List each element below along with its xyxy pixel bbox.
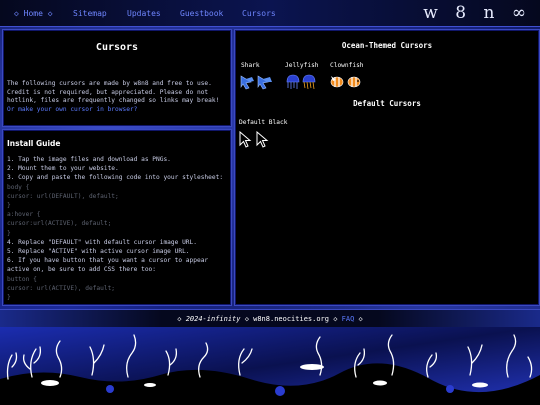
- guide-step: 1. Tap the image files and download as P…: [7, 156, 171, 163]
- footer-domain: ◇ w8n8.neocities.org ◇: [240, 314, 342, 323]
- guide-step: 2. Mount them to your website.: [7, 165, 119, 173]
- shark-label: Shark: [241, 62, 260, 69]
- code-line: button {: [7, 275, 37, 283]
- arrow-cursor-icon[interactable]: [239, 131, 269, 148]
- coral-reef-decoration: [0, 327, 540, 405]
- nav-home-link[interactable]: ◇ Home ◇: [14, 9, 53, 18]
- jellyfish-label: Jellyfish: [285, 62, 319, 69]
- jellyfish-cursor-icon[interactable]: [285, 74, 319, 90]
- nav-cursors-link[interactable]: Cursors: [242, 9, 276, 18]
- guide-step: 5. Replace "ACTIVE" with active cursor i…: [7, 248, 190, 256]
- page-title: Cursors: [95, 42, 139, 53]
- code-line: cursor: url(ACTIVE), default;: [7, 284, 116, 292]
- code-line: }: [7, 229, 11, 237]
- nav-guestbook-link[interactable]: Guestbook: [180, 9, 223, 18]
- default-black-label: Default Black: [239, 119, 288, 126]
- install-guide-steps: 1. Tap the image files and download as P…: [7, 155, 227, 302]
- guide-step: 6. If you have button that you want a cu…: [7, 257, 209, 274]
- intro-text-block: The following cursors are made by w8n8 a…: [7, 80, 225, 114]
- guide-step: 4. Replace "DEFAULT" with default cursor…: [7, 238, 197, 246]
- code-line: body {: [7, 183, 30, 191]
- footer-year: 2024-infinity: [185, 314, 241, 323]
- nav-updates-link[interactable]: Updates: [127, 9, 161, 18]
- footer-faq-link[interactable]: FAQ: [342, 315, 355, 323]
- shark-cursor-icon[interactable]: [240, 74, 274, 90]
- footer-suffix: ◇: [354, 314, 363, 323]
- intro-text: The following cursors are made by w8n8 a…: [7, 80, 220, 104]
- code-line: }: [7, 294, 11, 302]
- clownfish-cursor-icon[interactable]: [330, 74, 364, 90]
- ocean-cursors-title: Ocean-Themed Cursors: [341, 41, 433, 50]
- code-line: cursor:url(ACTIVE), default;: [7, 220, 112, 228]
- top-nav: ◇ Home ◇ Sitemap Updates Guestbook Curso…: [0, 0, 540, 27]
- install-guide-title: Install Guide: [7, 139, 61, 148]
- clownfish-label: Clownfish: [330, 62, 364, 69]
- site-logo[interactable]: w 8 n ∞: [423, 3, 532, 23]
- default-cursors-title: Default Cursors: [353, 99, 421, 108]
- code-line: }: [7, 202, 11, 210]
- make-cursor-link[interactable]: Or make your own cursor in browser?: [7, 106, 137, 113]
- guide-step: 3. Copy and paste the following code int…: [7, 174, 224, 182]
- code-line: cursor: url(DEFAULT), default;: [7, 192, 119, 200]
- code-line: a:hover {: [7, 211, 41, 219]
- nav-sitemap-link[interactable]: Sitemap: [73, 9, 107, 18]
- footer-prefix: ◇: [177, 314, 186, 323]
- cursor-gallery-panel: Ocean-Themed Cursors Default Cursors: [234, 29, 540, 306]
- footer-bar: ◇ 2024-infinity ◇ w8n8.neocities.org ◇ F…: [0, 309, 540, 328]
